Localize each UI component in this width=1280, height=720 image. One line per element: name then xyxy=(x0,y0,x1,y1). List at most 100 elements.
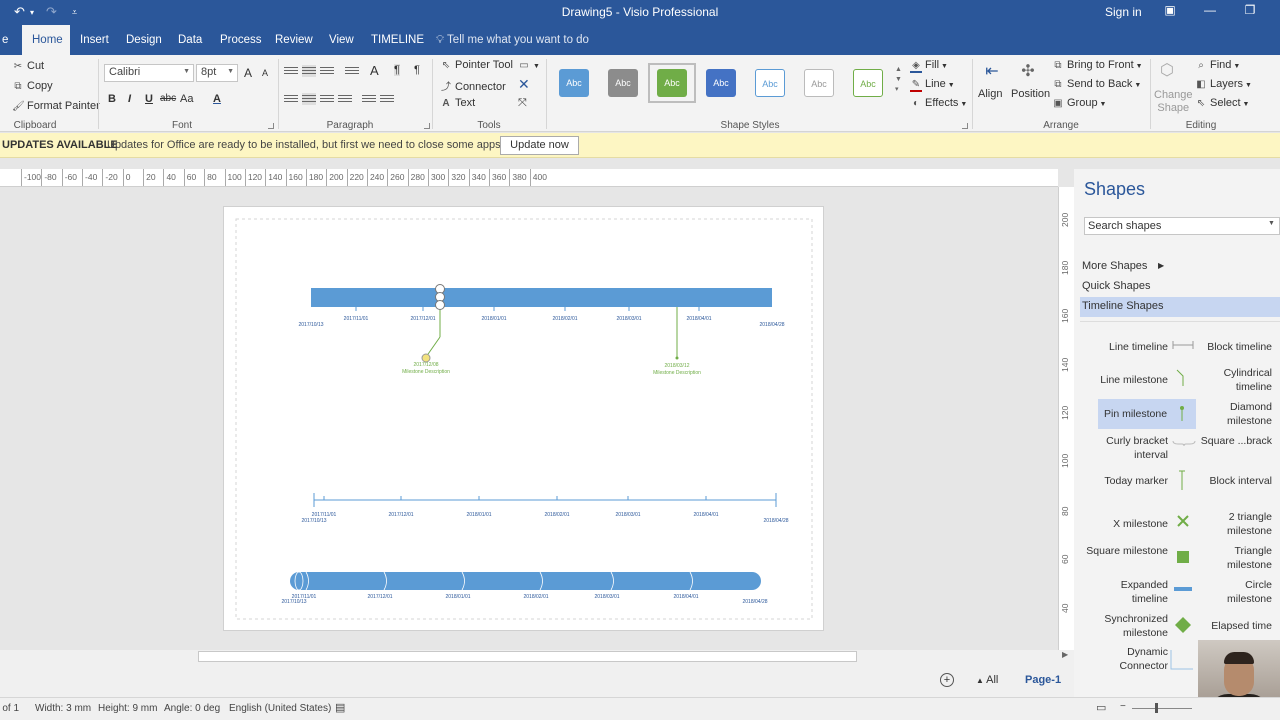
selection-handle[interactable] xyxy=(435,300,445,310)
effects-button[interactable]: ◐ Effects ▼ xyxy=(910,97,967,109)
milestone2-description[interactable]: Milestone Description xyxy=(653,370,701,376)
page-count[interactable]: 1 of 1 xyxy=(0,703,19,714)
tab-process[interactable]: Process xyxy=(210,25,272,55)
tab-timeline[interactable]: TIMELINE xyxy=(361,25,434,55)
format-painter-button[interactable]: 🖌︎ Format Painter xyxy=(12,100,100,112)
zoom-slider[interactable] xyxy=(1132,708,1192,709)
connector-button[interactable]: ⤴ Connector xyxy=(440,78,506,93)
rtl-icon[interactable]: ¶ xyxy=(394,64,400,76)
copy-button[interactable]: ⧉ Copy xyxy=(12,80,52,92)
ltr-icon[interactable]: ¶ xyxy=(414,64,420,76)
align-top-icon[interactable] xyxy=(284,65,298,77)
align-bottom-icon[interactable] xyxy=(320,65,334,77)
timeline1-date-label[interactable]: 2018/03/01 xyxy=(616,316,641,322)
sign-in-link[interactable]: Sign in xyxy=(1105,5,1142,19)
italic-button[interactable]: I xyxy=(128,93,131,105)
timeline1-date-label[interactable]: 2017/10/13 xyxy=(298,322,323,328)
milestone1-date[interactable]: 2017/12/08 xyxy=(413,362,438,368)
shape-dynamic-connector[interactable]: Dynamic Connector xyxy=(1084,645,1168,673)
cut-button[interactable]: ✂ Cut xyxy=(12,60,44,72)
line-button[interactable]: ✎ Line ▼ xyxy=(910,78,955,92)
style-outline-green-button[interactable]: Abc xyxy=(853,69,883,97)
vertical-ruler[interactable]: 20018016014012010080604020 xyxy=(1058,187,1074,661)
style-blue-button[interactable]: Abc xyxy=(559,69,589,97)
scrollbar-thumb[interactable] xyxy=(198,651,857,662)
timeline3-start-date[interactable]: 2017/10/13 xyxy=(281,599,306,605)
timeline3-date-label[interactable]: 2017/12/01 xyxy=(367,594,392,600)
timeline2-date-label[interactable]: 2018/03/01 xyxy=(615,512,640,518)
shape-x-milestone[interactable]: X milestone xyxy=(1084,517,1168,531)
timeline2-start-date[interactable]: 2017/10/13 xyxy=(301,518,326,524)
shape-diamond-milestone[interactable]: Diamond milestone xyxy=(1200,400,1272,428)
close-icon[interactable]: ✕ xyxy=(518,76,530,93)
bold-button[interactable]: B xyxy=(108,93,116,105)
milestone1-description[interactable]: Milestone Description xyxy=(402,369,450,375)
shape-angle[interactable]: Angle: 0 deg xyxy=(164,703,220,714)
font-color-button[interactable]: A xyxy=(213,93,221,105)
align-left-icon[interactable] xyxy=(284,93,298,105)
fill-button[interactable]: ◈ Fill ▼ xyxy=(910,59,948,73)
tab-file[interactable]: e xyxy=(0,25,18,55)
more-shapes-item[interactable]: More Shapes ▶ xyxy=(1082,260,1164,272)
pointer-tool-button[interactable]: ⇖ Pointer Tool xyxy=(440,59,513,71)
strikethrough-button[interactable]: abc xyxy=(160,93,176,104)
change-shape-button[interactable]: Change Shape xyxy=(1154,89,1193,115)
shape-square-bracket[interactable]: Square ...brack xyxy=(1200,434,1272,448)
timeline3-date-label[interactable]: 2018/01/01 xyxy=(445,594,470,600)
shape-expanded-timeline[interactable]: Expanded timeline xyxy=(1084,578,1168,606)
shape-block-timeline[interactable]: Block timeline xyxy=(1200,340,1272,354)
timeline3-date-label[interactable]: 2018/02/01 xyxy=(523,594,548,600)
zoom-out-icon[interactable]: − xyxy=(1120,701,1126,712)
shape-line-timeline[interactable]: Line timeline xyxy=(1084,340,1168,354)
timeline2-date-label[interactable]: 2018/04/01 xyxy=(693,512,718,518)
timeline3-date-label[interactable]: 2018/03/01 xyxy=(594,594,619,600)
drawing-canvas[interactable]: 2017/10/13 2017/11/01 2017/12/01 2018/01/01… xyxy=(0,187,1058,650)
timeline3-date-label[interactable]: 2018/04/01 xyxy=(673,594,698,600)
underline-button[interactable]: U xyxy=(145,93,153,105)
timeline2-date-label[interactable]: 2017/12/01 xyxy=(388,512,413,518)
cylindrical-timeline-bar[interactable] xyxy=(290,572,761,590)
shape-line-milestone[interactable]: Line milestone xyxy=(1084,373,1168,387)
connection-point-icon[interactable]: ⤧ xyxy=(518,97,527,110)
fit-page-icon[interactable]: ▭ xyxy=(1096,701,1106,714)
quick-shapes-item[interactable]: Quick Shapes xyxy=(1082,280,1150,292)
tab-data[interactable]: Data xyxy=(168,25,212,55)
timeline1-date-label[interactable]: 2018/01/01 xyxy=(481,316,506,322)
style-gray-button[interactable]: Abc xyxy=(608,69,638,97)
style-outline-blue-button[interactable]: Abc xyxy=(755,69,785,97)
page-1-tab[interactable]: Page-1 xyxy=(1025,674,1061,686)
timeline1-date-label[interactable]: 2018/04/28 xyxy=(759,322,784,328)
align-button[interactable]: Align xyxy=(978,88,1002,100)
gallery-scroll-icon[interactable]: ▲ ▼ ▾ xyxy=(895,65,902,95)
shape-width[interactable]: Width: 3 mm xyxy=(35,703,91,714)
align-right-icon[interactable] xyxy=(320,93,334,105)
font-name-combo[interactable]: Calibri ▼ xyxy=(104,64,194,82)
minimize-icon[interactable]: — xyxy=(1198,3,1222,17)
language-indicator[interactable]: English (United States) xyxy=(229,703,331,714)
select-button[interactable]: ⇖ Select ▼ xyxy=(1195,97,1250,109)
shape-triangle-milestone[interactable]: Triangle milestone xyxy=(1200,544,1272,572)
style-dark-blue-button[interactable]: Abc xyxy=(706,69,736,97)
horizontal-scrollbar[interactable]: ▶ xyxy=(0,650,1074,663)
milestone2-pin[interactable] xyxy=(675,356,679,360)
shape-curly-bracket-interval[interactable]: Curly bracket interval xyxy=(1084,434,1168,462)
scroll-right-icon[interactable]: ▶ xyxy=(1062,650,1068,659)
position-button[interactable]: Position xyxy=(1011,88,1050,100)
change-case-button[interactable]: Aa xyxy=(180,93,193,105)
shape-cylindrical-timeline[interactable]: Cylindrical timeline xyxy=(1200,366,1272,394)
ribbon-display-options-icon[interactable]: ▣ xyxy=(1158,3,1182,17)
shape-2-triangle-milestone[interactable]: 2 triangle milestone xyxy=(1200,510,1272,538)
add-page-icon[interactable]: + xyxy=(940,673,954,687)
group-button[interactable]: ▣ Group ▼ xyxy=(1052,97,1106,109)
timeline2-date-label[interactable]: 2018/01/01 xyxy=(466,512,491,518)
send-to-back-button[interactable]: ⧉ Send to Back ▼ xyxy=(1052,78,1141,90)
milestone1-control-handle[interactable] xyxy=(421,353,431,363)
tab-insert[interactable]: Insert xyxy=(70,25,119,55)
bullets-icon[interactable] xyxy=(345,65,359,77)
text-size-icon[interactable]: A xyxy=(370,63,379,78)
tell-me-box[interactable]: 💡︎ Tell me what you want to do xyxy=(436,34,589,47)
style-outline-gray-button[interactable]: Abc xyxy=(804,69,834,97)
shape-square-milestone[interactable]: Square milestone xyxy=(1084,544,1168,558)
shape-block-interval[interactable]: Block interval xyxy=(1200,474,1272,488)
timeline2-date-label[interactable]: 2018/02/01 xyxy=(544,512,569,518)
